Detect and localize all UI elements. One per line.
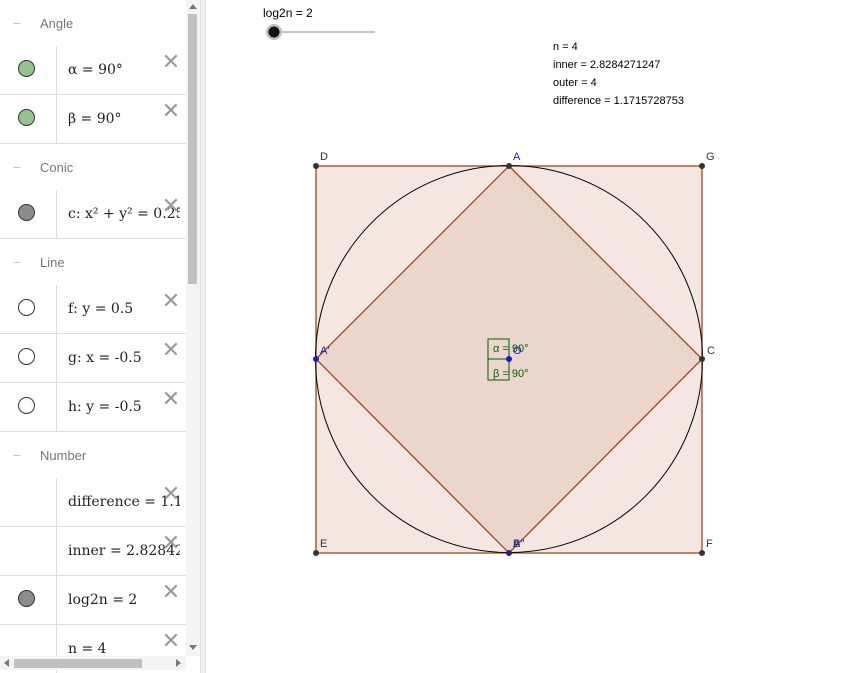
marble-cell bbox=[0, 527, 57, 575]
delete-icon[interactable]: ✕ bbox=[161, 339, 181, 361]
scroll-thumb[interactable] bbox=[188, 14, 197, 284]
point-E[interactable] bbox=[313, 550, 319, 556]
point-F[interactable] bbox=[699, 550, 705, 556]
delete-icon[interactable]: ✕ bbox=[161, 581, 181, 603]
scroll-up-arrow-icon[interactable] bbox=[189, 4, 197, 9]
scroll-left-arrow-icon[interactable] bbox=[4, 659, 9, 667]
info-inner: inner = 2.8284271247 bbox=[553, 59, 661, 71]
delete-icon[interactable]: ✕ bbox=[161, 483, 181, 505]
label-F: F bbox=[706, 538, 713, 550]
marble-cell bbox=[0, 285, 57, 333]
delete-icon[interactable]: ✕ bbox=[161, 532, 181, 554]
point-A[interactable] bbox=[506, 163, 512, 169]
label-A-double-prime: A'' bbox=[513, 538, 525, 550]
point-G[interactable] bbox=[699, 163, 705, 169]
info-n: n = 4 bbox=[553, 41, 578, 53]
angle-beta-label: β = 90° bbox=[493, 368, 529, 380]
marble-cell bbox=[0, 46, 57, 94]
view-divider[interactable] bbox=[200, 0, 206, 673]
collapse-icon[interactable]: − bbox=[11, 160, 23, 174]
algebra-row[interactable]: β = 90° ✕ bbox=[0, 95, 186, 144]
slider-handle[interactable] bbox=[268, 26, 280, 38]
group-header-angle[interactable]: − Angle bbox=[0, 0, 186, 47]
point-D[interactable] bbox=[313, 163, 319, 169]
info-outer: outer = 4 bbox=[553, 77, 597, 89]
label-A: A bbox=[513, 151, 521, 163]
algebra-horizontal-scrollbar[interactable] bbox=[0, 656, 186, 670]
algebra-row[interactable]: difference = 1.1715728753✕ bbox=[0, 478, 186, 527]
algebra-view: − Angle α = 90° ✕ β = 90° ✕ − Conic c: x² + y² =… bbox=[0, 0, 200, 673]
algebra-row[interactable]: c: x² + y² = 0.25 ✕ bbox=[0, 190, 186, 239]
label-G: G bbox=[706, 151, 715, 163]
group-title: Number bbox=[40, 448, 87, 463]
visibility-toggle-icon[interactable] bbox=[18, 397, 35, 414]
point-O[interactable] bbox=[506, 356, 512, 362]
label-C: C bbox=[707, 345, 715, 357]
algebra-row[interactable]: f: y = 0.5 ✕ bbox=[0, 285, 186, 334]
label-E: E bbox=[320, 538, 327, 550]
marble-cell bbox=[0, 334, 57, 382]
marble-cell bbox=[0, 383, 57, 431]
visibility-toggle-icon[interactable] bbox=[18, 590, 35, 607]
scroll-down-arrow-icon[interactable] bbox=[189, 645, 197, 650]
marble-cell bbox=[0, 478, 57, 526]
collapse-icon[interactable]: − bbox=[11, 255, 23, 269]
label-A-prime: A' bbox=[320, 345, 329, 357]
group-title: Angle bbox=[40, 16, 74, 31]
angle-alpha-label: α = 90° bbox=[493, 343, 529, 355]
delete-icon[interactable]: ✕ bbox=[161, 630, 181, 652]
delete-icon[interactable]: ✕ bbox=[161, 290, 181, 312]
algebra-row[interactable]: log2n = 2 ✕ bbox=[0, 576, 186, 625]
algebra-row[interactable]: α = 90° ✕ bbox=[0, 46, 186, 95]
point-A-prime[interactable] bbox=[313, 356, 319, 362]
scroll-thumb-horizontal[interactable] bbox=[14, 659, 142, 668]
algebra-vertical-scrollbar[interactable] bbox=[186, 0, 200, 656]
visibility-toggle-icon[interactable] bbox=[18, 204, 35, 221]
algebra-row[interactable]: inner = 2.8284271247✕ bbox=[0, 527, 186, 576]
slider-label: log2n = 2 bbox=[263, 6, 313, 20]
group-header-conic[interactable]: − Conic bbox=[0, 144, 186, 191]
collapse-icon[interactable]: − bbox=[11, 16, 23, 30]
graphics-view[interactable]: α = 90° β = 90° D A G A' O C E B A'' F l… bbox=[207, 0, 846, 673]
delete-icon[interactable]: ✕ bbox=[161, 388, 181, 410]
visibility-toggle-icon[interactable] bbox=[18, 60, 35, 77]
label-D: D bbox=[320, 151, 328, 163]
delete-icon[interactable]: ✕ bbox=[161, 195, 181, 217]
algebra-row[interactable]: g: x = -0.5 ✕ bbox=[0, 334, 186, 383]
marble-cell bbox=[0, 576, 57, 624]
point-A-double-prime[interactable] bbox=[506, 550, 512, 556]
label-O: O bbox=[513, 345, 522, 357]
delete-icon[interactable]: ✕ bbox=[161, 100, 181, 122]
group-title: Conic bbox=[40, 160, 74, 175]
visibility-toggle-icon[interactable] bbox=[18, 348, 35, 365]
group-header-number[interactable]: − Number bbox=[0, 432, 186, 479]
group-title: Line bbox=[40, 255, 65, 270]
info-difference: difference = 1.1715728753 bbox=[553, 95, 684, 107]
geometry-canvas[interactable]: α = 90° β = 90° D A G A' O C E B A'' F bbox=[207, 0, 846, 673]
marble-cell bbox=[0, 95, 57, 143]
scroll-right-arrow-icon[interactable] bbox=[176, 659, 181, 667]
group-header-line[interactable]: − Line bbox=[0, 239, 186, 286]
collapse-icon[interactable]: − bbox=[11, 448, 23, 462]
delete-icon[interactable]: ✕ bbox=[161, 51, 181, 73]
point-C[interactable] bbox=[699, 356, 705, 362]
visibility-toggle-icon[interactable] bbox=[18, 299, 35, 316]
visibility-toggle-icon[interactable] bbox=[18, 109, 35, 126]
marble-cell bbox=[0, 190, 57, 238]
algebra-row[interactable]: h: y = -0.5 ✕ bbox=[0, 383, 186, 432]
